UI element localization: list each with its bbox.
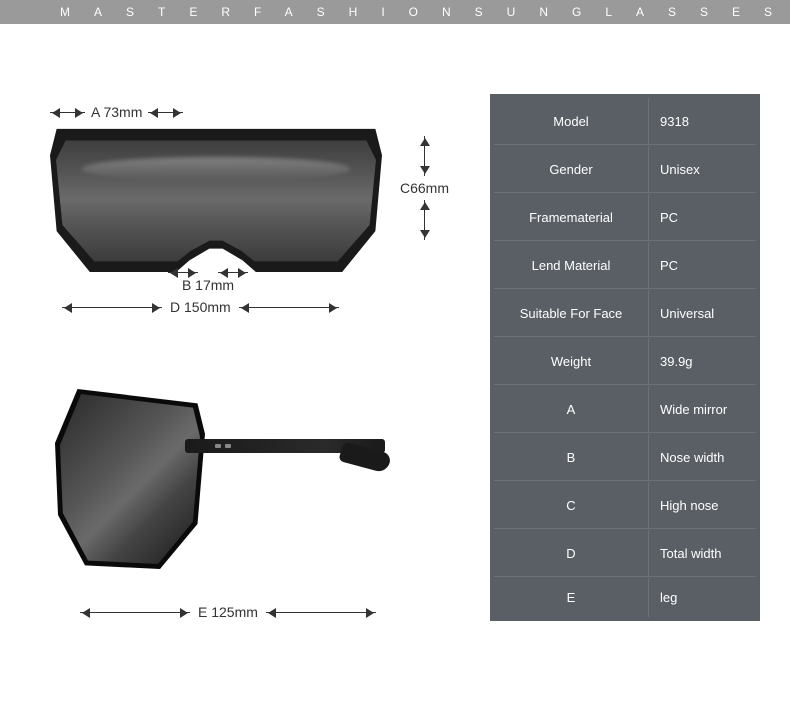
front-view: A 73mm C66mm [40, 94, 460, 354]
spec-row: CHigh nose [494, 482, 756, 529]
dim-d: D 150mm [62, 299, 339, 315]
spec-value: 39.9g [650, 338, 756, 384]
spec-row: DTotal width [494, 530, 756, 577]
spec-value: Nose width [650, 434, 756, 480]
spec-label: C [494, 482, 649, 528]
spec-row: Model9318 [494, 98, 756, 145]
spec-value: leg [650, 578, 756, 617]
spec-label: A [494, 386, 649, 432]
spec-table: Model9318 GenderUnisex FramematerialPC L… [490, 94, 760, 621]
banner-text: MASTERFASHIONSUNGLASSES [60, 5, 790, 19]
spec-row: Suitable For FaceUniversal [494, 290, 756, 337]
spec-row: AWide mirror [494, 386, 756, 433]
spec-label: B [494, 434, 649, 480]
dim-e: E 125mm [80, 604, 376, 620]
spec-label: Lend Material [494, 242, 649, 288]
temple-arm [185, 439, 385, 489]
spec-label: Suitable For Face [494, 290, 649, 336]
spec-label: Framematerial [494, 194, 649, 240]
dim-b: B 17mm [168, 272, 248, 293]
spec-row: Weight39.9g [494, 338, 756, 385]
dim-a: A 73mm [50, 104, 183, 120]
spec-panel: Model9318 GenderUnisex FramematerialPC L… [490, 94, 760, 684]
dim-b-label: B 17mm [182, 277, 234, 293]
spec-row: FramematerialPC [494, 194, 756, 241]
spec-row: GenderUnisex [494, 146, 756, 193]
spec-label: E [494, 578, 649, 617]
spec-label: D [494, 530, 649, 576]
sunglasses-side [60, 394, 200, 564]
spec-value: Unisex [650, 146, 756, 192]
content: A 73mm C66mm [0, 24, 790, 684]
dim-d-label: D 150mm [170, 299, 231, 315]
spec-row: Eleg [494, 578, 756, 617]
spec-row: BNose width [494, 434, 756, 481]
spec-label: Weight [494, 338, 649, 384]
spec-value: Universal [650, 290, 756, 336]
spec-value: Total width [650, 530, 756, 576]
dim-e-label: E 125mm [198, 604, 258, 620]
dim-c: C66mm [400, 136, 449, 240]
sunglasses-front [56, 134, 376, 264]
spec-value: High nose [650, 482, 756, 528]
banner: MASTERFASHIONSUNGLASSES [0, 0, 790, 24]
spec-value: 9318 [650, 98, 756, 144]
spec-value: Wide mirror [650, 386, 756, 432]
spec-value: PC [650, 242, 756, 288]
side-view: E 125mm [40, 394, 460, 684]
spec-label: Model [494, 98, 649, 144]
spec-value: PC [650, 194, 756, 240]
spec-label: Gender [494, 146, 649, 192]
dim-a-label: A 73mm [91, 104, 142, 120]
spec-row: Lend MaterialPC [494, 242, 756, 289]
dim-c-label: C66mm [400, 180, 449, 196]
left-diagram: A 73mm C66mm [40, 94, 460, 684]
